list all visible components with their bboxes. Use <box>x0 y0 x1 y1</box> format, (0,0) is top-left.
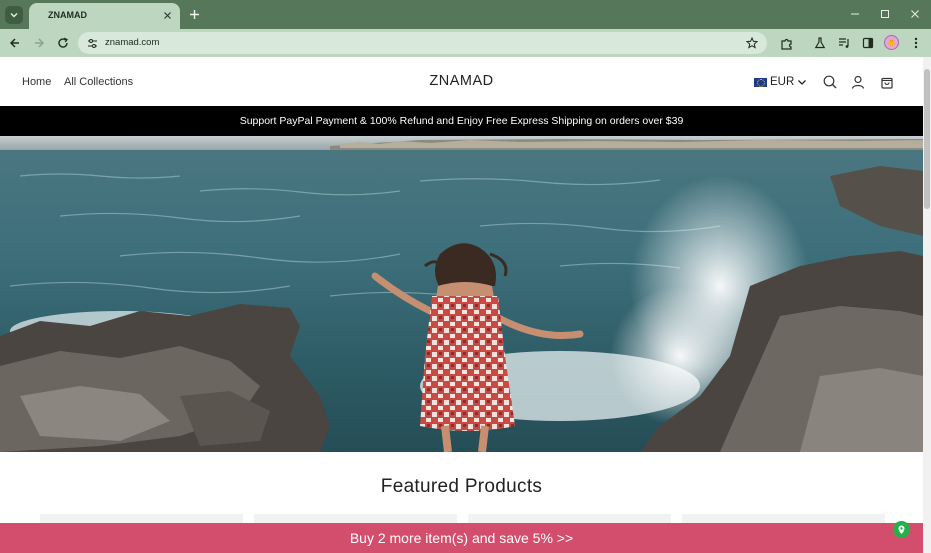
maximize-icon <box>881 10 889 18</box>
scrollbar-thumb[interactable] <box>924 69 930 209</box>
tune-icon <box>87 38 97 48</box>
chat-icon <box>898 525 905 534</box>
announcement-bar: Support PayPal Payment & 100% Refund and… <box>0 106 923 136</box>
tab-close-button[interactable] <box>160 8 174 22</box>
kebab-menu-icon <box>914 37 918 49</box>
new-tab-button[interactable] <box>186 6 202 22</box>
browser-tab-active[interactable]: ZNAMAD <box>29 3 180 29</box>
star-icon <box>746 37 758 49</box>
minimize-button[interactable] <box>845 5 865 23</box>
plus-icon <box>189 9 199 19</box>
currency-selector[interactable]: EUR <box>754 75 807 89</box>
playlist-icon <box>838 38 849 48</box>
search-icon <box>823 75 837 89</box>
arrow-left-icon <box>9 38 19 48</box>
chevron-down-icon <box>798 80 807 85</box>
reload-icon <box>58 37 68 48</box>
browser-toolbar: znamad.com 🐥 <box>0 29 931 57</box>
browser-tab-bar: ZNAMAD <box>0 0 931 29</box>
page-viewport: Home All Collections ZNAMAD EUR Support … <box>0 57 931 553</box>
labs-button[interactable] <box>811 34 829 52</box>
eu-flag-icon <box>754 77 767 87</box>
site-info-button[interactable] <box>85 36 99 50</box>
close-window-button[interactable] <box>905 5 925 23</box>
back-button[interactable] <box>6 34 24 52</box>
close-icon <box>163 11 171 19</box>
tab-search-button[interactable] <box>5 6 23 24</box>
profile-avatar[interactable]: 🐥 <box>884 35 899 50</box>
shopping-bag-icon <box>881 77 893 89</box>
chat-widget-button[interactable] <box>893 521 910 538</box>
arrow-right-icon <box>35 38 45 48</box>
user-icon <box>851 75 865 89</box>
forward-button[interactable] <box>30 34 48 52</box>
currency-code: EUR <box>770 76 795 88</box>
maximize-button[interactable] <box>875 5 895 23</box>
bookmark-button[interactable] <box>744 35 760 51</box>
hero-scene <box>0 136 923 452</box>
extensions-button[interactable] <box>777 34 795 52</box>
page-scrollbar[interactable] <box>923 57 931 553</box>
close-icon <box>911 10 919 18</box>
browser-menu-button[interactable] <box>907 34 925 52</box>
reload-button[interactable] <box>54 34 72 52</box>
chevron-down-icon <box>10 13 18 18</box>
minimize-icon <box>851 13 859 15</box>
avatar-icon: 🐥 <box>887 39 896 47</box>
url-text: znamad.com <box>105 37 160 48</box>
side-panel-button[interactable] <box>859 34 877 52</box>
flask-icon <box>814 37 826 49</box>
bundle-discount-bar[interactable]: Buy 2 more item(s) and save 5% >> <box>0 523 923 553</box>
side-panel-icon <box>862 37 874 49</box>
puzzle-icon <box>780 38 792 50</box>
hero-image[interactable] <box>0 136 923 452</box>
tab-title: ZNAMAD <box>48 10 87 20</box>
search-button[interactable] <box>822 74 838 90</box>
cart-button[interactable] <box>879 74 895 90</box>
media-controls-button[interactable] <box>835 34 853 52</box>
address-bar[interactable]: znamad.com <box>78 32 767 54</box>
featured-products-heading: Featured Products <box>380 476 543 497</box>
site-header: Home All Collections ZNAMAD EUR <box>0 57 923 106</box>
account-button[interactable] <box>850 74 866 90</box>
